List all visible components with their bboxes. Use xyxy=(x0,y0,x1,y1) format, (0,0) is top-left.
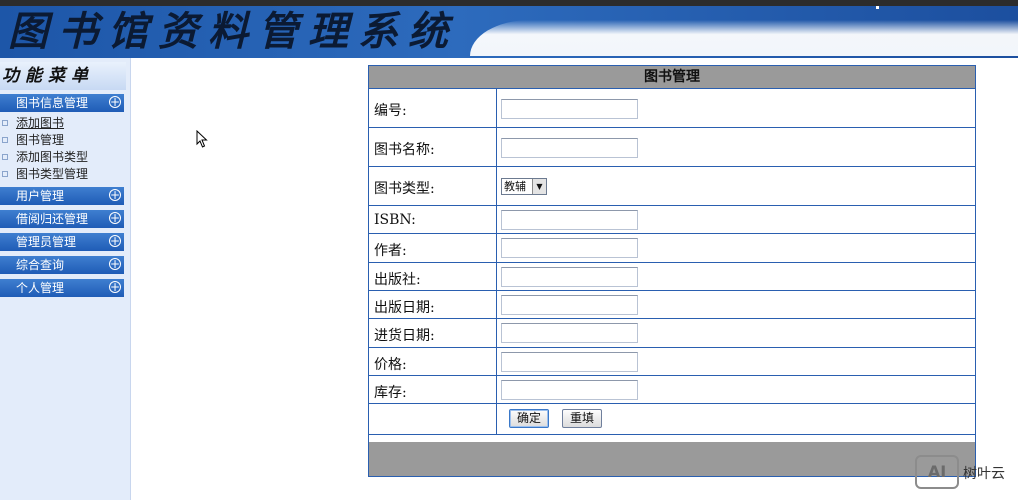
tree-node-icon xyxy=(2,120,8,126)
column-divider xyxy=(496,404,497,434)
confirm-button[interactable]: 确定 xyxy=(509,409,549,428)
stock-field[interactable] xyxy=(501,380,638,400)
price-field[interactable] xyxy=(501,352,638,372)
sidebar-item-label: 添加图书类型 xyxy=(16,150,89,164)
form-row-name: 图书名称: xyxy=(369,128,975,167)
author-field[interactable] xyxy=(501,238,638,258)
publisher-field[interactable] xyxy=(501,267,638,287)
sidebar-group-label: 综合查询 xyxy=(16,258,65,272)
name-label: 图书名称: xyxy=(374,142,435,158)
reset-button[interactable]: 重填 xyxy=(562,409,602,428)
form-row-id: 编号: xyxy=(369,89,975,128)
tree-node-icon xyxy=(2,154,8,160)
sidebar-group-users[interactable]: 用户管理 + xyxy=(0,187,124,205)
sidebar-title: 功能菜单 xyxy=(0,62,126,90)
price-label: 价格: xyxy=(374,357,407,373)
tree-node-icon xyxy=(2,171,8,177)
sidebar-group-label: 管理员管理 xyxy=(16,235,77,249)
book-name-field[interactable] xyxy=(501,138,638,158)
column-divider xyxy=(496,348,497,375)
expand-plus-icon[interactable]: + xyxy=(109,235,121,247)
sidebar-item-book-manage[interactable]: 图书管理 xyxy=(0,132,124,149)
sidebar-group-label: 图书信息管理 xyxy=(16,96,89,110)
author-label: 作者: xyxy=(374,243,407,259)
system-title: 图书馆资料管理系统 xyxy=(8,8,458,55)
form-title: 图书管理 xyxy=(369,66,975,89)
mouse-pointer-icon xyxy=(196,130,208,148)
sidebar-group-label: 用户管理 xyxy=(16,189,65,203)
form-row-publisher: 出版社: xyxy=(369,263,975,291)
form-row-author: 作者: xyxy=(369,234,975,263)
sidebar-group-label: 个人管理 xyxy=(16,281,65,295)
column-divider xyxy=(496,376,497,403)
stock-date-label: 进货日期: xyxy=(374,328,435,344)
expand-plus-icon[interactable]: + xyxy=(109,258,121,270)
book-form: 图书管理 编号: 图书名称: 图书类型: 教辅 ▼ ISBN: 作者: 出版社:… xyxy=(368,65,976,477)
column-divider xyxy=(496,206,497,233)
sidebar-group-label: 借阅归还管理 xyxy=(16,212,89,226)
sidebar-group-book-info[interactable]: 图书信息管理 + xyxy=(0,94,124,112)
stock-label: 库存: xyxy=(374,385,407,401)
form-row-price: 价格: xyxy=(369,348,975,376)
sidebar-item-label: 图书管理 xyxy=(16,133,65,147)
form-row-type: 图书类型: 教辅 ▼ xyxy=(369,167,975,206)
id-label: 编号: xyxy=(374,103,407,119)
column-divider xyxy=(496,89,497,127)
id-field[interactable] xyxy=(501,99,638,119)
banner-wave-decoration xyxy=(470,20,1018,56)
isbn-field[interactable] xyxy=(501,210,638,230)
expand-plus-icon[interactable]: + xyxy=(109,281,121,293)
watermark-brand: 树叶云 xyxy=(963,466,1005,482)
pub-date-label: 出版日期: xyxy=(374,300,435,316)
sidebar: 功能菜单 图书信息管理 + 添加图书 图书管理 添加图书类型 图书类型管理 用户… xyxy=(0,58,131,500)
form-row-stock-date: 进货日期: xyxy=(369,319,975,348)
sidebar-item-book-type-manage[interactable]: 图书类型管理 xyxy=(0,166,124,183)
sidebar-group-borrow-return[interactable]: 借阅归还管理 + xyxy=(0,210,124,228)
sidebar-item-add-book-type[interactable]: 添加图书类型 xyxy=(0,149,124,166)
isbn-label: ISBN: xyxy=(374,212,416,228)
column-divider xyxy=(496,167,497,205)
book-type-selected-value: 教辅 xyxy=(504,180,526,193)
expand-plus-icon[interactable]: + xyxy=(109,96,121,108)
book-type-select[interactable]: 教辅 ▼ xyxy=(501,178,547,195)
form-row-pub-date: 出版日期: xyxy=(369,291,975,319)
banner-dot xyxy=(876,6,879,9)
expand-plus-icon[interactable]: + xyxy=(109,212,121,224)
pub-date-field[interactable] xyxy=(501,295,638,315)
tree-node-icon xyxy=(2,137,8,143)
column-divider xyxy=(496,263,497,290)
sidebar-group-admins[interactable]: 管理员管理 + xyxy=(0,233,124,251)
chevron-down-icon[interactable]: ▼ xyxy=(532,179,546,194)
form-footer-bar xyxy=(369,442,975,476)
column-divider xyxy=(496,128,497,166)
sidebar-item-label: 图书类型管理 xyxy=(16,167,89,181)
stock-date-field[interactable] xyxy=(501,323,638,343)
form-row-actions: 确定 重填 xyxy=(369,404,975,435)
publisher-label: 出版社: xyxy=(374,272,421,288)
type-label: 图书类型: xyxy=(374,181,435,197)
column-divider xyxy=(496,319,497,347)
form-row-isbn: ISBN: xyxy=(369,206,975,234)
form-row-stock: 库存: xyxy=(369,376,975,404)
sidebar-group-personal[interactable]: 个人管理 + xyxy=(0,279,124,297)
header-banner: 图书馆资料管理系统 xyxy=(0,6,1018,58)
sidebar-item-add-book[interactable]: 添加图书 xyxy=(0,115,124,132)
expand-plus-icon[interactable]: + xyxy=(109,189,121,201)
watermark-logo: AI xyxy=(915,455,959,489)
column-divider xyxy=(496,234,497,262)
sidebar-item-label: 添加图书 xyxy=(16,116,65,130)
watermark: AI 树叶云 xyxy=(915,455,1015,491)
column-divider xyxy=(496,291,497,318)
sidebar-group-query[interactable]: 综合查询 + xyxy=(0,256,124,274)
